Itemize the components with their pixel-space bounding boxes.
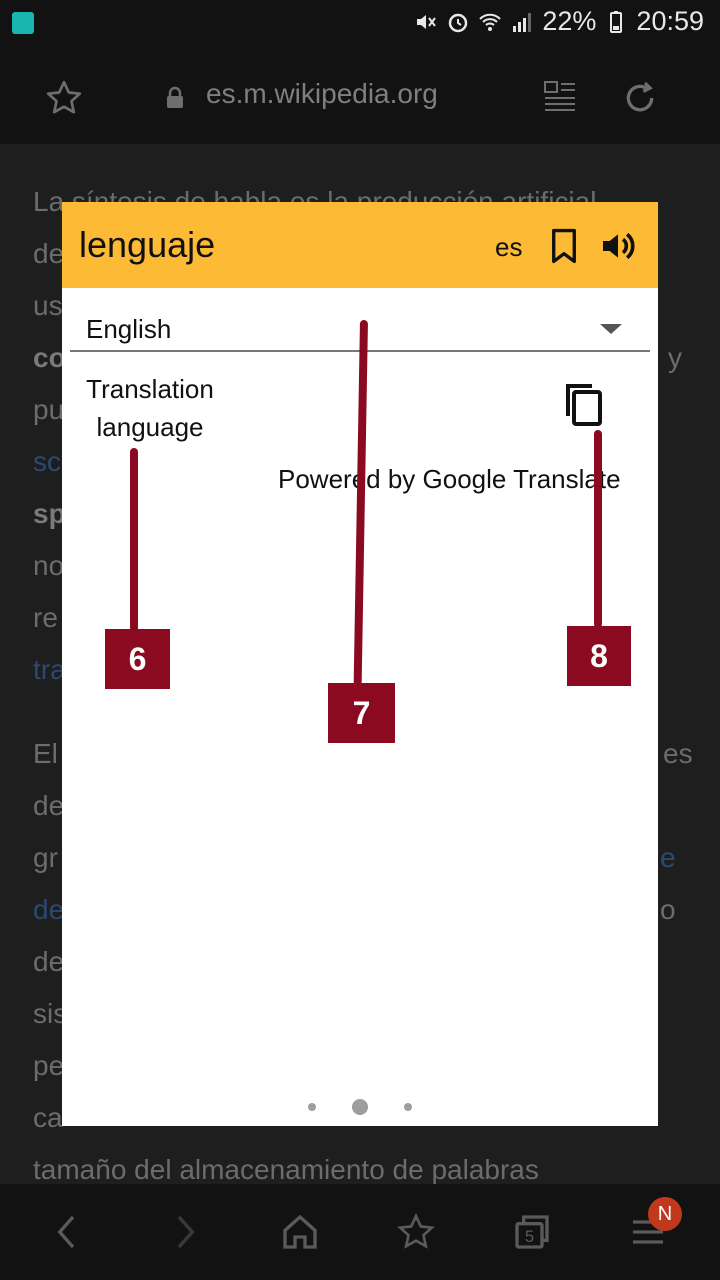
- page-dot-active[interactable]: [352, 1099, 368, 1115]
- bookmark-icon[interactable]: [548, 228, 580, 264]
- article-line: El: [33, 738, 58, 769]
- article-fragment: o: [660, 894, 676, 925]
- lock-icon: [167, 86, 183, 108]
- translation-language-label: Translation language: [86, 374, 214, 442]
- bookmark-star-icon[interactable]: [44, 78, 84, 118]
- tabs-icon[interactable]: 5: [512, 1212, 552, 1252]
- article-link[interactable]: tra: [33, 654, 66, 686]
- status-indicators: 22% 20:59: [414, 6, 704, 37]
- source-language[interactable]: es: [495, 232, 522, 263]
- article-link[interactable]: de: [33, 894, 64, 926]
- article-line: gr: [33, 842, 58, 873]
- article-line: de: [33, 946, 65, 977]
- bottom-navigation: 5: [0, 1184, 720, 1280]
- article-line: de: [33, 238, 65, 269]
- reader-mode-icon[interactable]: [543, 80, 577, 112]
- battery-icon: [610, 10, 623, 33]
- article-line: ca: [33, 1102, 63, 1133]
- article-fragment: es: [663, 738, 693, 769]
- annotation-pointer: [130, 448, 138, 632]
- article-line: re: [33, 602, 58, 633]
- browser-toolbar: es.m.wikipedia.org: [0, 48, 720, 144]
- copy-icon[interactable]: [562, 382, 606, 430]
- selected-word: lenguaje: [79, 224, 216, 265]
- article-line: co: [33, 342, 66, 373]
- svg-text:5: 5: [525, 1227, 534, 1246]
- article-line: de: [33, 790, 65, 821]
- app-notification-icon: [12, 12, 34, 34]
- article-line: us: [33, 290, 63, 321]
- reload-icon[interactable]: [620, 78, 660, 118]
- target-language-value: English: [86, 314, 172, 344]
- status-bar: 22% 20:59: [0, 0, 720, 48]
- bookmarks-icon[interactable]: [396, 1212, 436, 1252]
- article-link[interactable]: sc: [33, 446, 61, 478]
- notification-badge: N: [648, 1197, 682, 1231]
- article-fragment: e: [660, 842, 676, 873]
- article-line: no: [33, 550, 65, 581]
- page-indicator: [302, 1098, 422, 1116]
- annotation-marker: 6: [105, 629, 170, 689]
- home-icon[interactable]: [280, 1212, 320, 1252]
- dialog-header: lenguaje es: [62, 202, 658, 288]
- powered-by-text: Powered by Google Translate: [278, 464, 621, 494]
- battery-percent: 22%: [542, 6, 597, 36]
- article-line: pe: [33, 1050, 65, 1081]
- page-dot[interactable]: [404, 1103, 412, 1111]
- annotation-marker: 8: [567, 626, 631, 686]
- mute-icon: [417, 14, 437, 29]
- speaker-icon[interactable]: [598, 226, 638, 266]
- annotation-marker: 7: [328, 683, 395, 743]
- clock: 20:59: [636, 6, 704, 36]
- back-icon[interactable]: [48, 1212, 88, 1252]
- forward-icon[interactable]: [164, 1212, 204, 1252]
- alarm-icon: [449, 13, 468, 32]
- article-fragment: y: [668, 342, 682, 373]
- wifi-icon: [479, 13, 502, 31]
- article-line: pu: [33, 394, 65, 425]
- url-field[interactable]: es.m.wikipedia.org: [206, 78, 438, 110]
- article-line: tamaño del almacenamiento de palabras: [33, 1154, 539, 1185]
- signal-icon: [513, 12, 532, 32]
- article-line: sp: [33, 498, 66, 529]
- annotation-pointer: [594, 430, 602, 628]
- page-dot[interactable]: [308, 1103, 316, 1111]
- dropdown-arrow-icon: [600, 324, 622, 334]
